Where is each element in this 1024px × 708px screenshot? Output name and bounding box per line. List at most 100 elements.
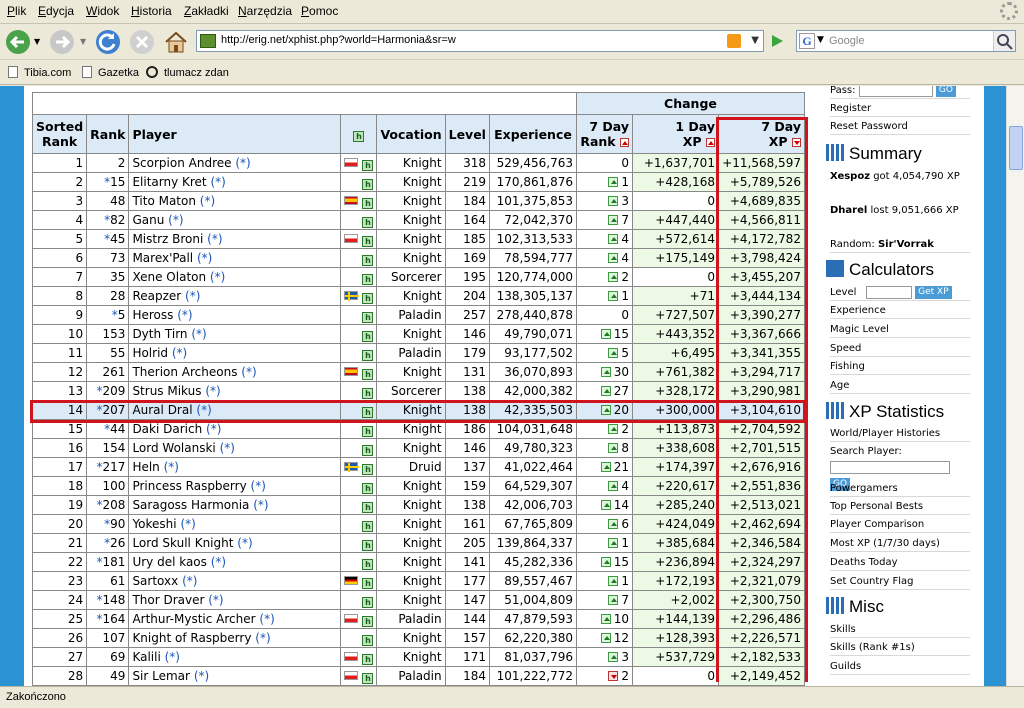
history-icon[interactable]: h [362, 653, 374, 665]
history-icon[interactable]: h [362, 444, 374, 456]
back-button[interactable] [4, 28, 32, 56]
player-name[interactable]: Elitarny Kret [132, 175, 206, 189]
forward-history-dropdown-icon[interactable]: ▼ [80, 37, 86, 46]
menu-tools[interactable]: Narzędzia [238, 4, 292, 18]
search-magnifier-icon[interactable] [993, 31, 1015, 51]
rank7-header[interactable]: 7 Day Rank [575, 114, 633, 154]
most-xp-link[interactable]: Most XP (1/7/30 days) [830, 535, 970, 552]
player-details-link[interactable]: (*) [251, 479, 266, 493]
search-box[interactable]: G ▼ Google [796, 30, 1016, 52]
player-details-link[interactable]: (*) [208, 593, 223, 607]
menu-history[interactable]: Historia [131, 4, 172, 18]
forward-button[interactable] [48, 28, 76, 56]
history-icon[interactable]: h [362, 634, 374, 646]
player-name[interactable]: Holrid [132, 346, 168, 360]
skills-link[interactable]: Skills [830, 621, 970, 638]
player-name[interactable]: Knight of Raspberry [132, 631, 251, 645]
vertical-scrollbar[interactable] [1006, 86, 1024, 686]
back-history-dropdown-icon[interactable]: ▼ [34, 37, 40, 46]
history-icon[interactable]: h [362, 235, 374, 247]
player-name[interactable]: Ury del kaos [132, 555, 206, 569]
go-button[interactable] [768, 32, 786, 50]
player-details-link[interactable]: (*) [168, 213, 183, 227]
level-input[interactable] [865, 285, 912, 299]
player-details-link[interactable]: (*) [185, 289, 200, 303]
bookmark-tlumacz[interactable]: tlumacz zdan [146, 66, 229, 79]
history-icon[interactable]: h [362, 387, 374, 399]
calc-age[interactable]: Age [830, 377, 970, 394]
reset-password-link[interactable]: Reset Password [830, 118, 970, 135]
player-name[interactable]: Princess Raspberry [132, 479, 246, 493]
scrollbar-thumb[interactable] [1009, 126, 1023, 170]
player-name[interactable]: Dyth Tirn [132, 327, 187, 341]
rank-header[interactable]: Rank [86, 114, 130, 154]
player-details-link[interactable]: (*) [259, 612, 274, 626]
xp7-header[interactable]: 7 Day XP [717, 114, 805, 154]
sort-down-icon[interactable] [791, 138, 801, 147]
player-details-link[interactable]: (*) [211, 555, 226, 569]
history-icon[interactable]: h [362, 349, 374, 361]
stop-button[interactable] [128, 28, 156, 56]
register-link[interactable]: Register [830, 100, 970, 117]
player-name[interactable]: Therion Archeons [132, 365, 237, 379]
history-icon[interactable]: h [362, 292, 374, 304]
player-details-link[interactable]: (*) [210, 270, 225, 284]
history-icon[interactable]: h [362, 159, 374, 171]
history-icon[interactable]: h [362, 501, 374, 513]
history-icon[interactable]: h [362, 216, 374, 228]
player-header[interactable]: Player [128, 114, 342, 154]
player-comparison-link[interactable]: Player Comparison [830, 516, 970, 533]
player-details-link[interactable]: (*) [165, 650, 180, 664]
history-icon[interactable]: h [362, 558, 374, 570]
history-icon[interactable]: h [362, 406, 374, 418]
player-name[interactable]: Sartoxx [132, 574, 178, 588]
menu-view[interactable]: Widok [86, 4, 119, 18]
calc-fishing[interactable]: Fishing [830, 358, 970, 375]
player-name[interactable]: Aural Dral [132, 403, 192, 417]
get-xp-button[interactable]: Get XP [915, 285, 952, 299]
history-icon[interactable]: h [362, 254, 374, 266]
sorted-rank-header[interactable]: Sorted Rank [31, 114, 88, 154]
level-header[interactable]: Level [444, 114, 490, 154]
guilds-link[interactable]: Guilds [830, 658, 970, 675]
player-details-link[interactable]: (*) [196, 403, 211, 417]
player-details-link[interactable]: (*) [200, 194, 215, 208]
summary-player[interactable]: Xespoz [830, 171, 870, 182]
random-player-link[interactable]: Sir'Vorrak [878, 239, 934, 250]
bookmark-gazetka[interactable]: Gazetka [82, 66, 139, 79]
history-icon[interactable]: h [362, 273, 374, 285]
home-button[interactable] [162, 28, 190, 56]
player-name[interactable]: Strus Mikus [132, 384, 201, 398]
player-details-link[interactable]: (*) [194, 669, 209, 683]
player-name[interactable]: Tito Maton [132, 194, 196, 208]
world-player-histories-link[interactable]: World/Player Histories [830, 425, 970, 442]
history-icon[interactable]: h [362, 482, 374, 494]
player-name[interactable]: Heross [132, 308, 173, 322]
player-details-link[interactable]: (*) [180, 517, 195, 531]
calc-speed[interactable]: Speed [830, 340, 970, 357]
xp1-header[interactable]: 1 Day XP [631, 114, 719, 154]
experience-header[interactable]: Experience [488, 114, 577, 154]
player-name[interactable]: Heln [132, 460, 159, 474]
history-icon[interactable]: h [362, 520, 374, 532]
calc-magic-level[interactable]: Magic Level [830, 321, 970, 338]
calc-experience[interactable]: Experience [830, 302, 970, 319]
player-details-link[interactable]: (*) [164, 460, 179, 474]
history-icon[interactable]: h [362, 425, 374, 437]
menu-file[interactable]: Plik [7, 4, 26, 18]
player-details-link[interactable]: (*) [255, 631, 270, 645]
sort-up-icon[interactable] [619, 138, 629, 147]
player-name[interactable]: Ganu [132, 213, 164, 227]
player-details-link[interactable]: (*) [197, 251, 212, 265]
history-icon[interactable]: h [362, 197, 374, 209]
google-engine-icon[interactable]: G [799, 33, 815, 49]
player-name[interactable]: Lord Skull Knight [132, 536, 233, 550]
player-details-link[interactable]: (*) [235, 156, 250, 170]
player-name[interactable]: Scorpion Andree [132, 156, 231, 170]
history-icon[interactable]: h [362, 672, 374, 684]
password-input[interactable] [858, 86, 933, 97]
player-name[interactable]: Mistrz Broni [132, 232, 203, 246]
history-icon[interactable]: h [362, 368, 374, 380]
player-name[interactable]: Xene Olaton [132, 270, 206, 284]
player-details-link[interactable]: (*) [206, 422, 221, 436]
